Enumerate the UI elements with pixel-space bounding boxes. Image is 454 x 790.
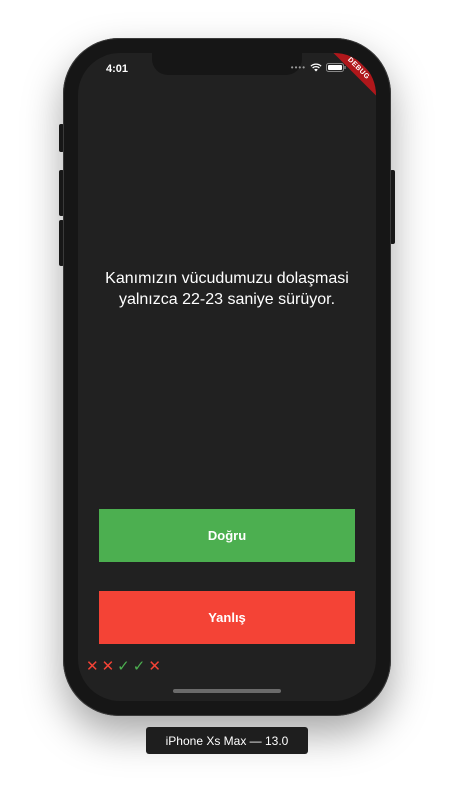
check-icon: ✓ xyxy=(117,658,130,675)
status-icons: •••• xyxy=(291,63,346,72)
simulator-stage: 4:01 •••• DEBUG Kanımızın vücudumuzu dol… xyxy=(0,0,454,790)
check-icon: ✓ xyxy=(132,658,146,675)
wifi-icon xyxy=(310,63,322,72)
home-indicator[interactable] xyxy=(173,689,281,693)
false-button[interactable]: Yanlış xyxy=(99,591,355,644)
signal-dots-icon: •••• xyxy=(290,63,306,72)
question-text: Kanımızın vücudumuzu dolaşmasi yalnızca … xyxy=(105,270,349,308)
battery-icon xyxy=(326,63,346,72)
app-screen: 4:01 •••• DEBUG Kanımızın vücudumuzu dol… xyxy=(78,53,376,701)
close-icon: ✕ xyxy=(101,658,115,675)
close-icon: ✕ xyxy=(86,658,99,675)
score-keeper: ✕ ✕ ✓ ✓ ✕ xyxy=(86,659,161,675)
device-label: iPhone Xs Max — 13.0 xyxy=(146,727,308,754)
status-time: 4:01 xyxy=(106,63,129,75)
close-icon: ✕ xyxy=(148,658,161,675)
notch xyxy=(152,53,302,75)
true-button[interactable]: Doğru xyxy=(99,509,355,562)
